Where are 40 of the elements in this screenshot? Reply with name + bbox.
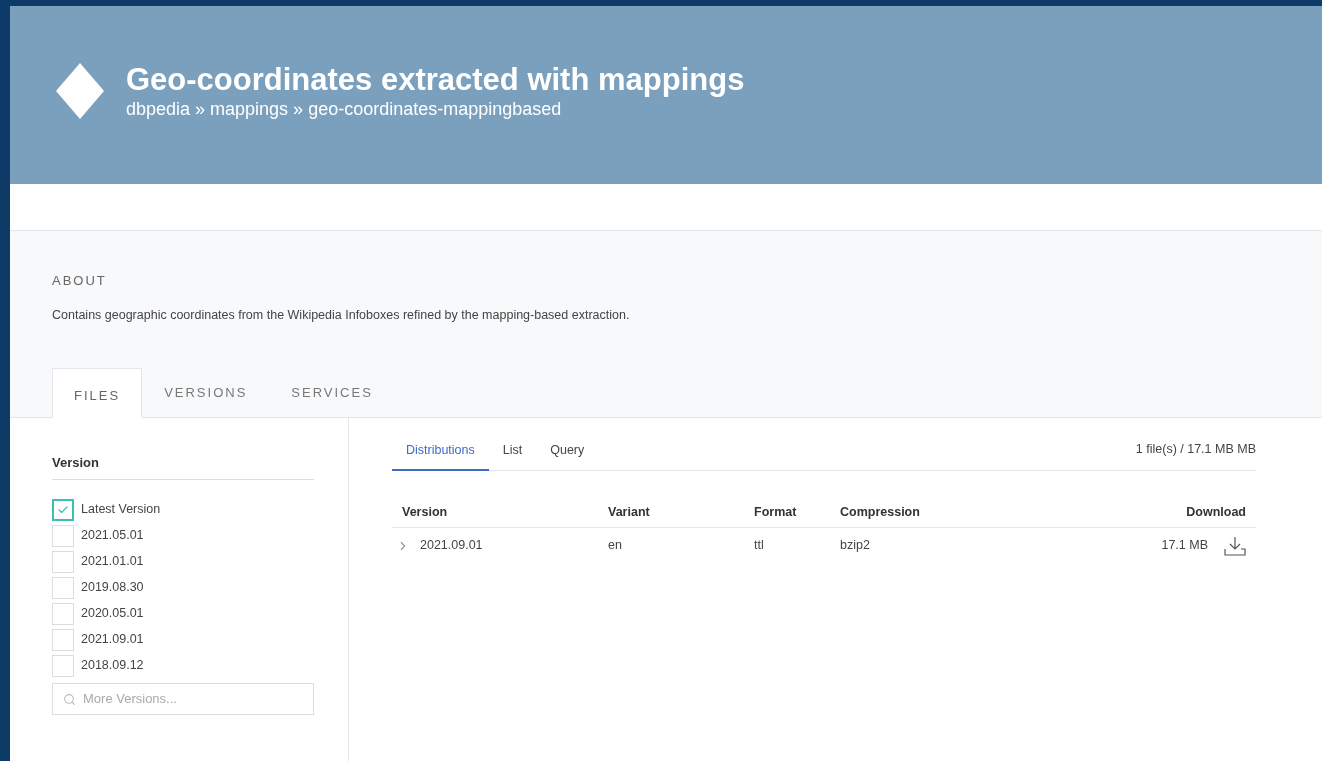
- section-tab[interactable]: SERVICES: [269, 368, 395, 418]
- diamond-logo-icon: [56, 63, 104, 119]
- view-tab[interactable]: Query: [536, 441, 599, 471]
- version-checkbox[interactable]: [52, 628, 74, 651]
- file-size: 17.1 MB: [1161, 537, 1208, 555]
- view-tab[interactable]: List: [488, 441, 537, 471]
- dataset-title: Geo-coordinates extracted with mappings: [126, 62, 745, 98]
- column-header: Version: [401, 504, 449, 522]
- version-checkbox[interactable]: [52, 576, 74, 599]
- column-header: Variant: [608, 504, 651, 522]
- filter-heading: Version: [52, 453, 314, 480]
- version-checkbox[interactable]: [52, 498, 74, 521]
- version-label[interactable]: 2019.08.30: [81, 578, 144, 597]
- version-checkbox[interactable]: [52, 602, 74, 625]
- version-label[interactable]: 2018.09.12: [81, 656, 144, 675]
- files-summary: 1 file(s) / 17.1 MB MB: [1135, 441, 1256, 458]
- column-header: Compression: [840, 504, 921, 522]
- section-tab[interactable]: VERSIONS: [142, 368, 270, 418]
- column-header: Download: [1185, 504, 1247, 522]
- table-cell-text: ttl: [754, 537, 765, 555]
- version-label[interactable]: 2021.09.01: [81, 630, 144, 649]
- about-heading: ABOUT: [52, 272, 108, 290]
- version-label[interactable]: Latest Version: [81, 500, 161, 519]
- table-cell-text: 2021.09.01: [420, 537, 483, 555]
- view-tab[interactable]: Distributions: [392, 441, 489, 471]
- about-text: Contains geographic coordinates from the Wikipedia Infoboxes refined by the mapping-based extraction.: [52, 306, 631, 324]
- version-checkbox[interactable]: [52, 550, 74, 573]
- more-versions-field[interactable]: More Versions...: [52, 682, 314, 715]
- version-checkbox[interactable]: [52, 654, 74, 677]
- version-label[interactable]: 2020.05.01: [81, 604, 144, 623]
- version-label[interactable]: 2021.05.01: [81, 526, 144, 545]
- version-label[interactable]: 2021.01.01: [81, 552, 144, 571]
- breadcrumb: dbpedia » mappings » geo-coordinates-mappingbased: [126, 98, 563, 120]
- search-icon: [63, 692, 76, 706]
- column-header: Format: [754, 504, 798, 522]
- table-cell-text: en: [608, 537, 623, 555]
- section-tab[interactable]: FILES: [52, 368, 143, 418]
- version-checkbox[interactable]: [52, 524, 74, 547]
- download-icon[interactable]: [1224, 535, 1246, 556]
- table-cell-text: bzip2: [840, 537, 871, 555]
